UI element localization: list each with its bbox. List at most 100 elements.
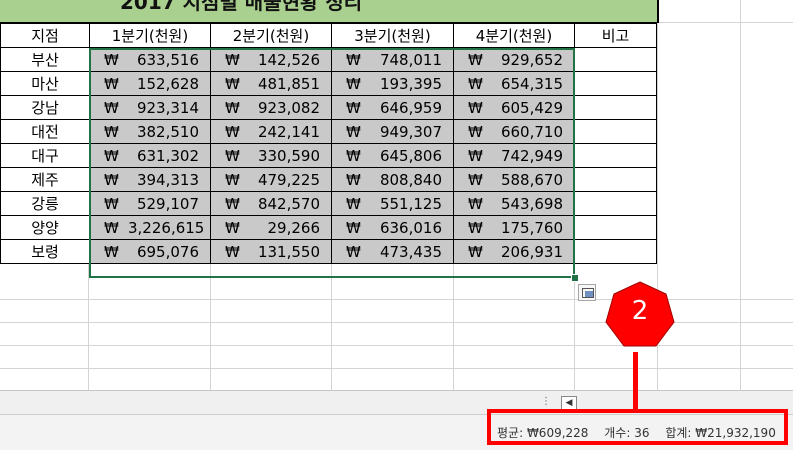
branch-cell[interactable]: 제주 xyxy=(0,167,90,192)
q3-cell[interactable]: ₩473,435 xyxy=(331,239,454,264)
note-cell[interactable] xyxy=(574,239,657,264)
q3-cell[interactable]: ₩808,840 xyxy=(331,167,454,192)
q1-cell[interactable]: ₩152,628 xyxy=(89,71,211,96)
q1-cell[interactable]: ₩695,076 xyxy=(89,239,211,264)
q3-cell[interactable]: ₩636,016 xyxy=(331,215,454,240)
q2-cell[interactable]: ₩923,082 xyxy=(210,95,332,120)
currency-symbol: ₩ xyxy=(346,242,361,261)
currency-symbol: ₩ xyxy=(468,146,483,165)
q3-cell[interactable]: ₩551,125 xyxy=(331,191,454,216)
header-q2[interactable]: 2분기(천원) xyxy=(210,23,332,48)
q2-cell[interactable]: ₩242,141 xyxy=(210,119,332,144)
status-summary[interactable]: 평균: ₩609,228 개수: 36 합계: ₩21,932,190 xyxy=(497,424,788,441)
q3-cell[interactable]: ₩645,806 xyxy=(331,143,454,168)
currency-symbol: ₩ xyxy=(468,98,483,117)
table-row: 마산 ₩152,628 ₩481,851 ₩193,395 ₩654,315 xyxy=(0,71,657,96)
header-note[interactable]: 비고 xyxy=(574,23,657,48)
currency-symbol: ₩ xyxy=(346,146,361,165)
branch-cell[interactable]: 마산 xyxy=(0,71,90,96)
amount-value: 551,125 xyxy=(379,194,442,213)
currency-symbol: ₩ xyxy=(225,146,240,165)
scroll-left-icon[interactable]: ◀ xyxy=(561,396,577,410)
branch-cell[interactable]: 강릉 xyxy=(0,191,90,216)
branch-cell[interactable]: 부산 xyxy=(0,47,90,72)
amount-value: 660,710 xyxy=(500,122,563,141)
amount-value: 748,011 xyxy=(379,50,442,69)
q1-cell[interactable]: ₩631,302 xyxy=(89,143,211,168)
amount-value: 529,107 xyxy=(136,194,199,213)
currency-symbol: ₩ xyxy=(346,122,361,141)
q1-cell[interactable]: ₩633,516 xyxy=(89,47,211,72)
tab-split-handle[interactable]: ⋮ xyxy=(541,396,551,407)
amount-value: 152,628 xyxy=(136,74,199,93)
q2-cell[interactable]: ₩330,590 xyxy=(210,143,332,168)
amount-value: 633,516 xyxy=(136,50,199,69)
note-cell[interactable] xyxy=(574,47,657,72)
q2-cell[interactable]: ₩29,266 xyxy=(210,215,332,240)
q2-cell[interactable]: ₩479,225 xyxy=(210,167,332,192)
note-cell[interactable] xyxy=(574,191,657,216)
q1-cell[interactable]: ₩529,107 xyxy=(89,191,211,216)
q3-cell[interactable]: ₩646,959 xyxy=(331,95,454,120)
q1-cell[interactable]: ₩382,510 xyxy=(89,119,211,144)
header-branch[interactable]: 지점 xyxy=(0,23,90,48)
table-row: 부산 ₩633,516 ₩142,526 ₩748,011 ₩929,652 xyxy=(0,47,657,72)
q1-cell[interactable]: ₩3,226,615 xyxy=(89,215,211,240)
note-cell[interactable] xyxy=(574,71,657,96)
q4-cell[interactable]: ₩742,949 xyxy=(453,143,575,168)
branch-cell[interactable]: 보령 xyxy=(0,239,90,264)
currency-symbol: ₩ xyxy=(104,98,119,117)
q4-cell[interactable]: ₩654,315 xyxy=(453,71,575,96)
q1-cell[interactable]: ₩394,313 xyxy=(89,167,211,192)
amount-value: 175,760 xyxy=(500,218,563,237)
q3-cell[interactable]: ₩949,307 xyxy=(331,119,454,144)
quick-analysis-icon[interactable] xyxy=(578,284,596,301)
header-q3[interactable]: 3분기(천원) xyxy=(331,23,454,48)
note-cell[interactable] xyxy=(574,95,657,120)
amount-value: 808,840 xyxy=(379,170,442,189)
q2-cell[interactable]: ₩842,570 xyxy=(210,191,332,216)
amount-value: 193,395 xyxy=(379,74,442,93)
q2-cell[interactable]: ₩131,550 xyxy=(210,239,332,264)
note-cell[interactable] xyxy=(574,167,657,192)
note-cell[interactable] xyxy=(574,215,657,240)
q4-cell[interactable]: ₩543,698 xyxy=(453,191,575,216)
q2-cell[interactable]: ₩481,851 xyxy=(210,71,332,96)
note-cell[interactable] xyxy=(574,143,657,168)
currency-symbol: ₩ xyxy=(468,242,483,261)
currency-symbol: ₩ xyxy=(104,170,119,189)
header-q1[interactable]: 1분기(천원) xyxy=(89,23,211,48)
branch-cell[interactable]: 양양 xyxy=(0,215,90,240)
sales-table[interactable]: 지점 1분기(천원) 2분기(천원) 3분기(천원) 4분기(천원) 비고 부산… xyxy=(0,23,657,264)
branch-cell[interactable]: 대구 xyxy=(0,143,90,168)
title-band: 2017 지점별 매출현황 정리 xyxy=(0,0,659,23)
q4-cell[interactable]: ₩660,710 xyxy=(453,119,575,144)
currency-symbol: ₩ xyxy=(468,218,483,237)
table-row: 제주 ₩394,313 ₩479,225 ₩808,840 ₩588,670 xyxy=(0,167,657,192)
q3-cell[interactable]: ₩193,395 xyxy=(331,71,454,96)
q2-cell[interactable]: ₩142,526 xyxy=(210,47,332,72)
q3-cell[interactable]: ₩748,011 xyxy=(331,47,454,72)
currency-symbol: ₩ xyxy=(468,194,483,213)
fill-handle[interactable] xyxy=(571,274,579,282)
amount-value: 605,429 xyxy=(500,98,563,117)
header-q4[interactable]: 4분기(천원) xyxy=(453,23,575,48)
q4-cell[interactable]: ₩605,429 xyxy=(453,95,575,120)
q4-cell[interactable]: ₩588,670 xyxy=(453,167,575,192)
q1-cell[interactable]: ₩923,314 xyxy=(89,95,211,120)
amount-value: 330,590 xyxy=(257,146,320,165)
q4-cell[interactable]: ₩175,760 xyxy=(453,215,575,240)
worksheet-grid[interactable]: 2017 지점별 매출현황 정리 지점 1분기(천원) 2분기(천원) 3분기(… xyxy=(0,0,793,390)
sheet-title: 2017 지점별 매출현황 정리 xyxy=(120,0,363,14)
branch-cell[interactable]: 대전 xyxy=(0,119,90,144)
q4-cell[interactable]: ₩206,931 xyxy=(453,239,575,264)
amount-value: 645,806 xyxy=(379,146,442,165)
q4-cell[interactable]: ₩929,652 xyxy=(453,47,575,72)
amount-value: 242,141 xyxy=(257,122,320,141)
branch-cell[interactable]: 강남 xyxy=(0,95,90,120)
currency-symbol: ₩ xyxy=(225,242,240,261)
amount-value: 3,226,615 xyxy=(128,218,205,237)
note-cell[interactable] xyxy=(574,119,657,144)
currency-symbol: ₩ xyxy=(104,242,119,261)
currency-symbol: ₩ xyxy=(346,218,361,237)
